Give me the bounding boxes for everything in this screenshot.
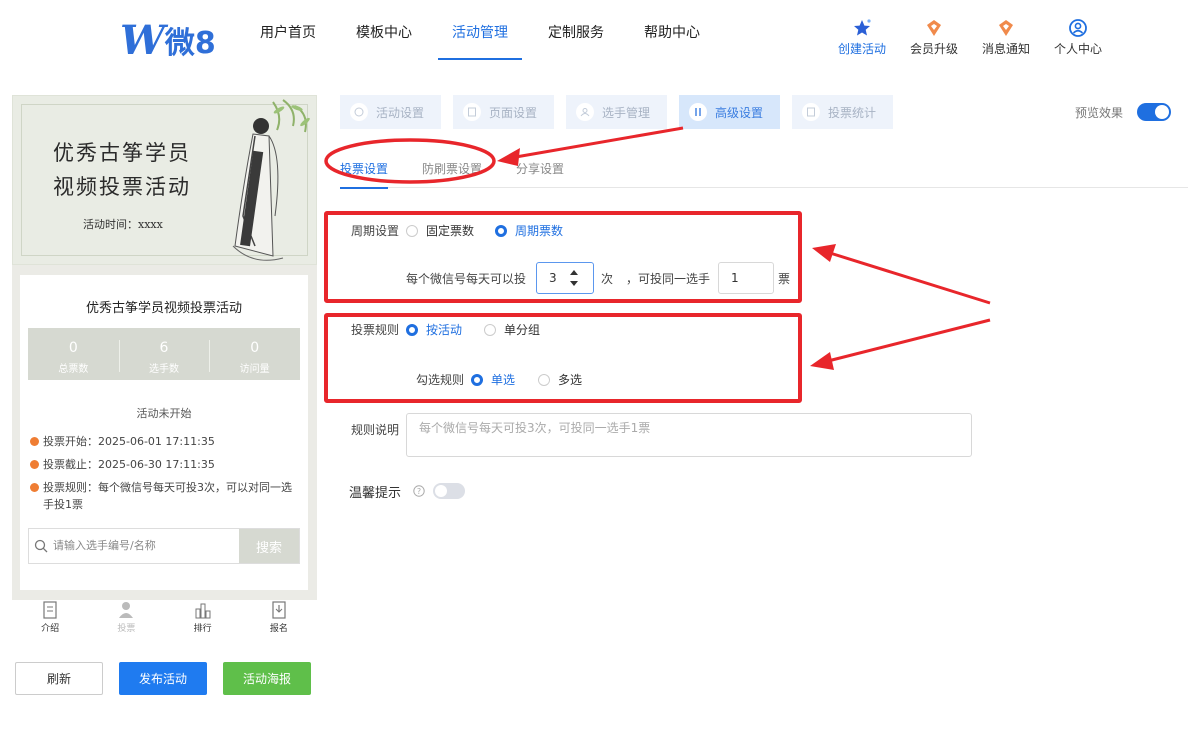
step-vote-statistics[interactable]: 投票统计: [792, 95, 893, 129]
banner-title-line1: 优秀古筝学员: [53, 141, 191, 165]
settings-steps: 活动设置 页面设置 选手管理 高级设置 投票统计: [340, 95, 905, 129]
ranking-icon: [195, 603, 211, 619]
stat-label: 访问量: [239, 364, 270, 375]
clock-icon: [350, 103, 368, 121]
contestant-search: 请输入选手编号/名称 搜索: [28, 528, 300, 564]
logo-mark: W: [120, 16, 165, 64]
bell-icon: [996, 18, 1016, 38]
activity-banner: 优秀古筝学员 视频投票活动 活动时间：xxxx: [12, 95, 317, 265]
info-vote-rule: 投票规则：每个微信号每天可投3次，可以对同一选手投1票: [30, 479, 302, 513]
top-header: W 微8 用户首页 模板中心 活动管理 定制服务 帮助中心 创建活动 会员升级 …: [0, 0, 1200, 80]
step-activity-settings[interactable]: 活动设置: [340, 95, 441, 129]
subtab-anti-fraud-settings[interactable]: 防刷票设置: [422, 148, 482, 188]
sub-tabs: 投票设置 防刷票设置 分享设置: [340, 148, 1188, 189]
banner-title: 优秀古筝学员 视频投票活动: [53, 136, 191, 204]
tool-label: 会员升级: [909, 42, 958, 56]
stat-value: 0: [250, 340, 260, 356]
page-icon: [463, 103, 481, 121]
stat-total-votes: 0 总票数: [28, 328, 119, 380]
tool-label: 个人中心: [1053, 42, 1102, 56]
warm-tip-switch[interactable]: [433, 483, 465, 499]
search-input[interactable]: 请输入选手编号/名称: [53, 529, 239, 563]
banner-time: 活动时间：xxxx: [83, 218, 163, 231]
preview-effect-switch[interactable]: [1137, 103, 1172, 121]
subtab-vote-settings[interactable]: 投票设置: [340, 148, 389, 189]
stat-label: 总票数: [58, 364, 89, 375]
signup-icon: [272, 601, 286, 619]
notifications-button[interactable]: 消息通知: [970, 18, 1042, 57]
nav-activity-management[interactable]: 活动管理: [432, 0, 528, 64]
step-page-settings[interactable]: 页面设置: [453, 95, 554, 129]
tab-vote[interactable]: 投票: [88, 597, 164, 637]
step-contestant-management[interactable]: 选手管理: [566, 95, 667, 129]
logo[interactable]: W 微8: [120, 16, 216, 64]
create-activity-button[interactable]: 创建活动: [826, 18, 898, 57]
warm-tip-label: 温馨提示: [349, 486, 402, 501]
svg-text:?: ?: [417, 487, 421, 496]
info-vote-start: 投票开始：2025-06-01 17:11:35: [30, 433, 302, 450]
rule-desc-label: 规则说明: [351, 423, 400, 437]
user-icon: [1068, 18, 1088, 38]
refresh-button[interactable]: 刷新: [15, 662, 103, 695]
preview-actions: 刷新 发布活动 活动海报: [15, 662, 327, 695]
member-upgrade-button[interactable]: 会员升级: [898, 18, 970, 57]
header-tools: 创建活动 会员升级 消息通知 个人中心: [826, 18, 1114, 57]
clock-icon: [30, 437, 39, 446]
main-nav: 用户首页 模板中心 活动管理 定制服务 帮助中心: [240, 0, 720, 64]
search-button[interactable]: 搜索: [239, 529, 299, 563]
info-icon: [30, 483, 39, 492]
preview-effect-toggle: 预览效果: [1075, 103, 1172, 121]
logo-text: 微8: [164, 26, 216, 61]
star-icon: [852, 18, 872, 38]
guzheng-player-illustration: [232, 99, 310, 261]
activity-card: 优秀古筝学员视频投票活动 0 总票数 6 选手数 0 访问量 活动未开始 投票开…: [20, 275, 308, 590]
card-title: 优秀古筝学员视频投票活动: [85, 301, 242, 316]
publish-activity-button[interactable]: 发布活动: [119, 662, 207, 695]
tab-signup[interactable]: 报名: [241, 597, 317, 637]
diamond-icon: [924, 18, 944, 38]
rule-desc-textarea[interactable]: 每个微信号每天可投3次，可投同一选手1票: [406, 413, 972, 457]
step-advanced-settings[interactable]: 高级设置: [679, 95, 780, 129]
activity-poster-button[interactable]: 活动海报: [223, 662, 311, 695]
stat-visits: 0 访问量: [209, 328, 300, 380]
preview-effect-label: 预览效果: [1075, 105, 1124, 120]
annotation-box-rules: [324, 313, 802, 403]
preview-tabbar: 介绍 投票 排行 报名: [12, 597, 317, 637]
info-vote-end: 投票截止：2025-06-30 17:11:35: [30, 456, 302, 473]
stats-icon: [802, 103, 820, 121]
stat-contestants: 6 选手数: [118, 328, 210, 380]
sliders-icon: [689, 103, 707, 121]
personal-center-button[interactable]: 个人中心: [1042, 18, 1114, 57]
person-icon: [576, 103, 594, 121]
activity-status: 活动未开始: [136, 407, 192, 420]
stats-bar: 0 总票数 6 选手数 0 访问量: [28, 328, 300, 380]
nav-custom-service[interactable]: 定制服务: [528, 0, 624, 64]
nav-templates[interactable]: 模板中心: [336, 0, 432, 64]
mobile-preview: 优秀古筝学员 视频投票活动 活动时间：xxxx 优秀古筝学员视频投票活动 0 总…: [12, 95, 317, 600]
stat-value: 0: [68, 340, 78, 356]
stat-value: 6: [159, 340, 169, 356]
tool-label: 创建活动: [837, 42, 886, 56]
clock-icon: [30, 460, 39, 469]
help-icon[interactable]: ?: [413, 485, 425, 497]
person-icon: [119, 602, 134, 618]
tab-intro[interactable]: 介绍: [12, 597, 88, 637]
stat-label: 选手数: [149, 364, 179, 375]
tab-ranking[interactable]: 排行: [165, 597, 241, 637]
banner-title-line2: 视频投票活动: [53, 175, 191, 199]
tool-label: 消息通知: [981, 42, 1030, 56]
subtab-share-settings[interactable]: 分享设置: [516, 148, 564, 188]
search-icon: [29, 529, 53, 563]
nav-home[interactable]: 用户首页: [240, 0, 336, 64]
nav-help[interactable]: 帮助中心: [624, 0, 720, 64]
annotation-box-period: [324, 211, 802, 303]
document-icon: [43, 601, 57, 619]
